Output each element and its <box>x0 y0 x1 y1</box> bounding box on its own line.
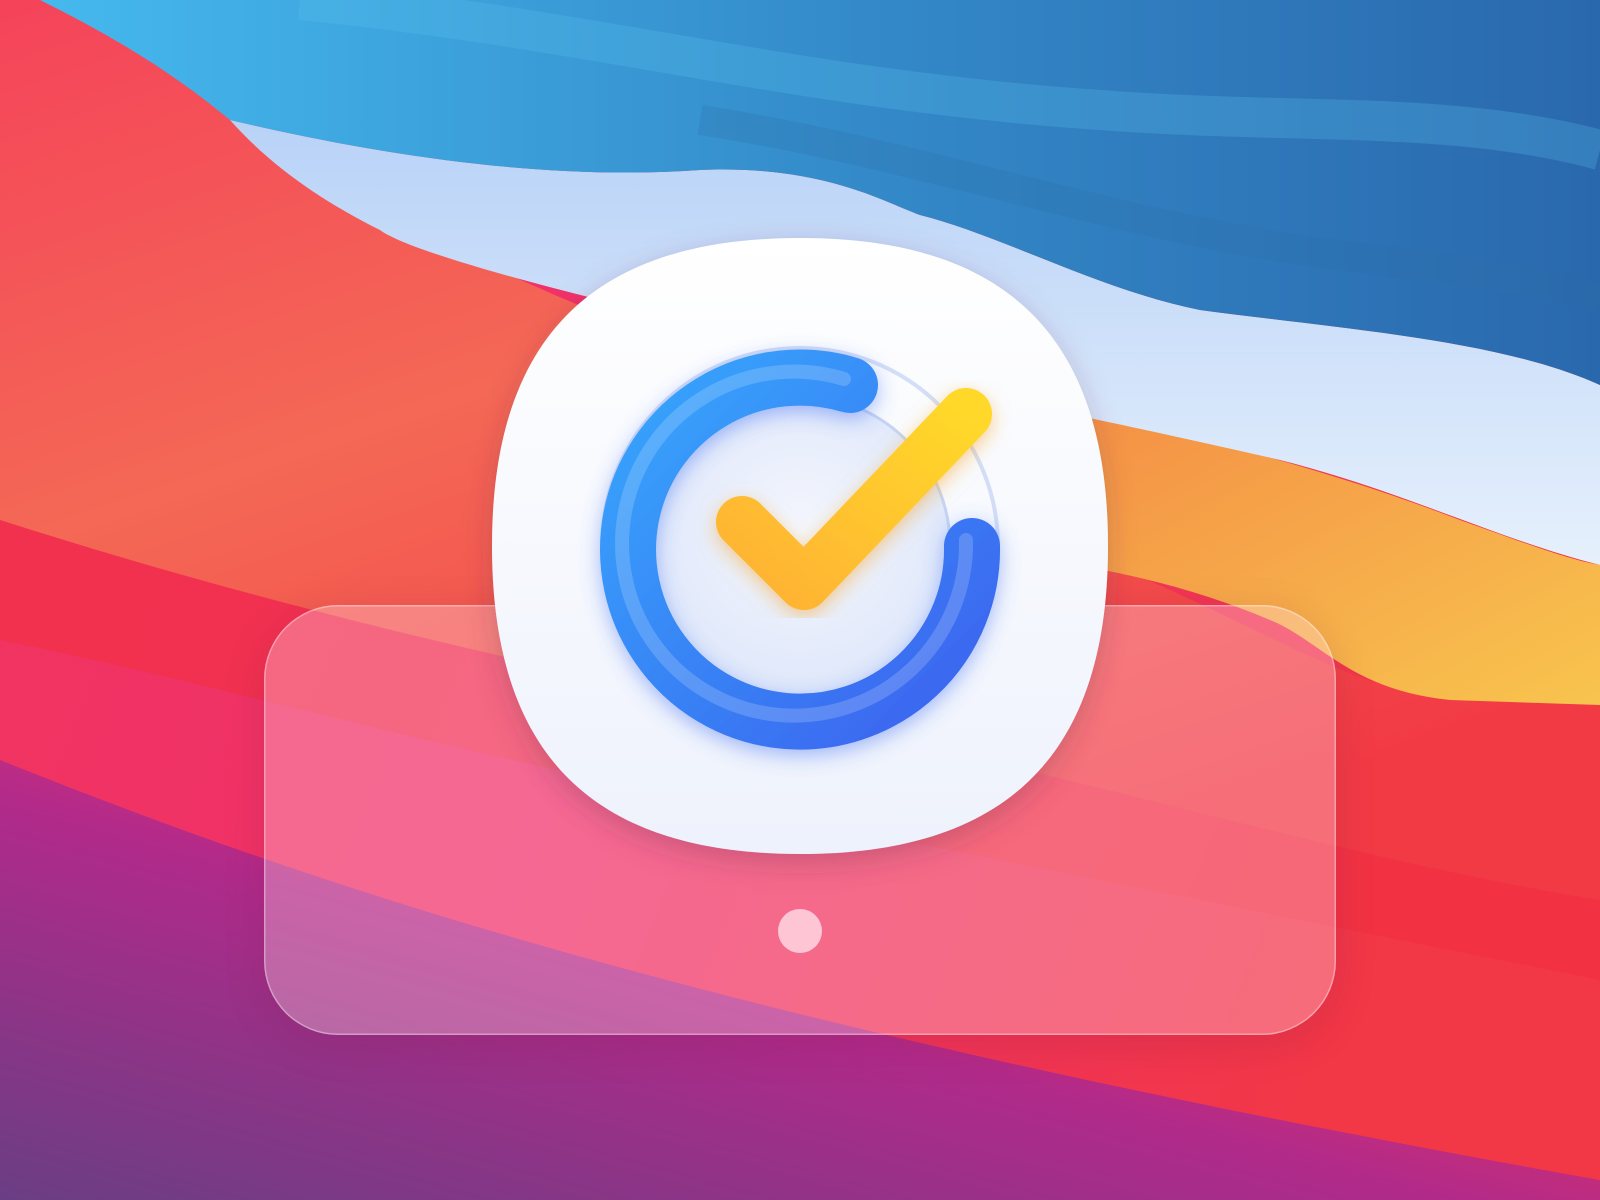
dock-app-icon[interactable] <box>488 234 1112 858</box>
desktop <box>0 0 1600 1200</box>
app-running-indicator <box>778 909 822 953</box>
checkmark-circle-progress-icon <box>492 238 1108 854</box>
